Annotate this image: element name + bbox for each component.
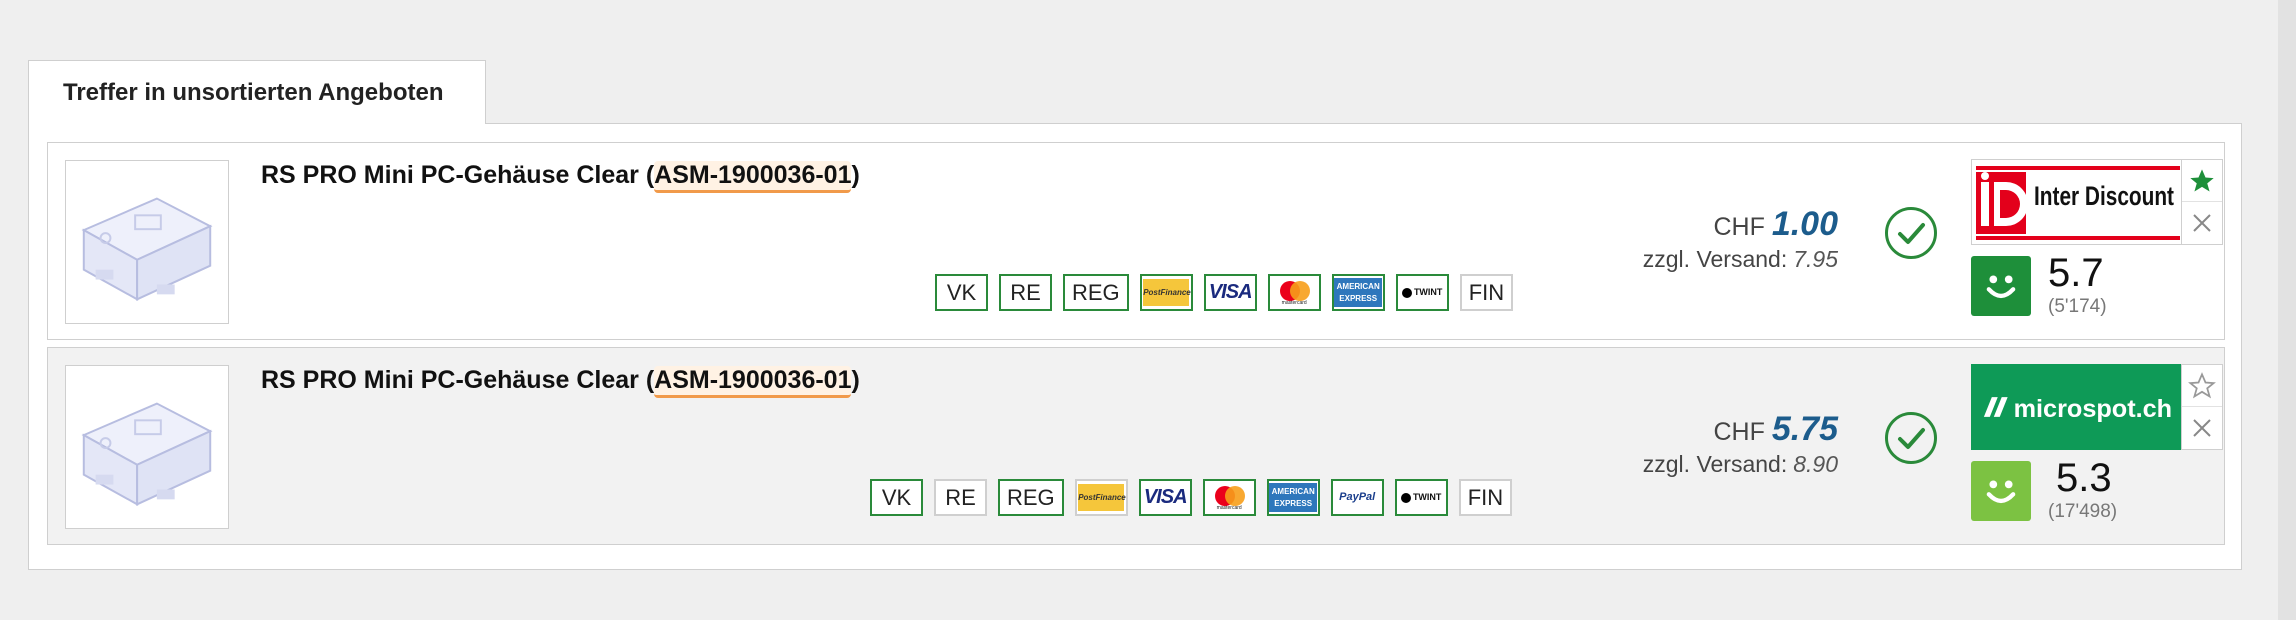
tab-unsorted-offers[interactable]: Treffer in unsortierten Angeboten <box>28 60 486 124</box>
payment-reg: REG <box>1063 274 1129 311</box>
price-block: CHF 5.75 zzgl. Versand: 8.90 <box>1643 410 1838 478</box>
payment-fin: FIN <box>1458 479 1513 516</box>
rating-value: 5.7 <box>2048 251 2104 295</box>
currency: CHF <box>1713 418 1765 446</box>
check-circle-icon <box>1885 412 1937 464</box>
visa-icon: VISA <box>1138 479 1192 516</box>
payment-vk: VK <box>935 274 988 311</box>
close-icon[interactable] <box>2182 407 2222 449</box>
smiley-icon <box>1971 461 2031 521</box>
mastercard-icon: mastercard <box>1267 274 1321 311</box>
product-image[interactable] <box>65 365 229 529</box>
product-code: ASM-1900036-01 <box>654 161 852 193</box>
payment-re: RE <box>934 479 987 516</box>
offer-row[interactable]: RS PRO Mini PC-Gehäuse Clear (ASM-190003… <box>47 142 2225 340</box>
product-image[interactable] <box>65 160 229 324</box>
mastercard-icon: mastercard <box>1202 479 1256 516</box>
postfinance-icon: PostFinance <box>1139 274 1193 311</box>
shop-logo-text: Inter Discount <box>2034 181 2174 211</box>
offers-panel: RS PRO Mini PC-Gehäuse Clear (ASM-190003… <box>28 123 2242 570</box>
offer-row[interactable]: RS PRO Mini PC-Gehäuse Clear (ASM-190003… <box>47 347 2225 545</box>
shipping-cost: 7.95 <box>1793 246 1838 272</box>
page-scroll-edge <box>2278 0 2296 620</box>
star-filled-icon[interactable] <box>2182 160 2222 202</box>
shop-logo-microspot[interactable]: microspot.ch <box>1971 364 2183 450</box>
product-title[interactable]: RS PRO Mini PC-Gehäuse Clear (ASM-190003… <box>261 161 860 193</box>
price-value[interactable]: 5.75 <box>1772 410 1838 448</box>
close-icon[interactable] <box>2182 202 2222 244</box>
price-value[interactable]: 1.00 <box>1772 205 1838 243</box>
shop-logo-interdiscount[interactable]: Inter Discount <box>1971 159 2183 245</box>
smiley-icon <box>1971 256 2031 316</box>
shipping-label: zzgl. Versand: <box>1642 246 1788 272</box>
offer-actions <box>2181 364 2223 450</box>
product-title[interactable]: RS PRO Mini PC-Gehäuse Clear (ASM-190003… <box>261 366 860 398</box>
rating-value: 5.3 <box>2056 456 2112 500</box>
payment-vk: VK <box>870 479 923 516</box>
shipping-label: zzgl. Versand: <box>1642 451 1788 477</box>
amex-icon: AMERICAN EXPRESS <box>1266 479 1320 516</box>
star-outline-icon[interactable] <box>2182 365 2222 407</box>
payment-fin: FIN <box>1459 274 1514 311</box>
offer-actions <box>2181 159 2223 245</box>
payment-reg: REG <box>998 479 1064 516</box>
rating-count[interactable]: (17'498) <box>2048 501 2117 523</box>
postfinance-icon: PostFinance <box>1074 479 1128 516</box>
visa-icon: VISA <box>1203 274 1257 311</box>
currency: CHF <box>1713 213 1765 241</box>
payment-re: RE <box>999 274 1052 311</box>
payment-methods: VK RE REG PostFinance VISA mastercard AM… <box>870 479 1513 516</box>
check-circle-icon <box>1885 207 1937 259</box>
payment-methods: VK RE REG PostFinance VISA mastercard AM… <box>935 274 1514 311</box>
shop-logo-text: microspot.ch <box>2014 396 2172 423</box>
twint-icon: TWINT <box>1395 274 1449 311</box>
shipping-cost: 8.90 <box>1793 451 1838 477</box>
rating-count[interactable]: (5'174) <box>2048 296 2107 318</box>
product-code: ASM-1900036-01 <box>654 366 852 398</box>
paypal-icon: PayPal <box>1330 479 1384 516</box>
price-block: CHF 1.00 zzgl. Versand: 7.95 <box>1643 205 1838 273</box>
amex-icon: AMERICAN EXPRESS <box>1331 274 1385 311</box>
twint-icon: TWINT <box>1394 479 1448 516</box>
